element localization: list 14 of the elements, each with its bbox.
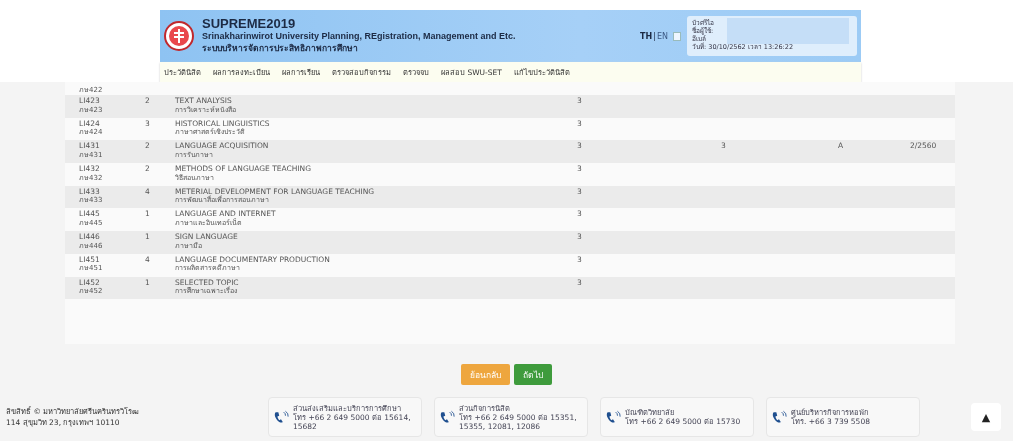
document-icon[interactable] — [673, 31, 681, 41]
language-option[interactable]: TH — [640, 31, 653, 41]
phone-icon — [273, 409, 289, 425]
app-title: SUPREME2019 — [202, 18, 297, 30]
app-subtitle: Srinakharinwirot University Planning, REgistration, Management and Etc. — [202, 30, 516, 42]
phone-icon — [439, 409, 455, 425]
university-logo-icon — [164, 21, 194, 51]
language-separator: | — [653, 31, 656, 41]
phone-icon — [605, 409, 621, 425]
next-button[interactable]: ถัดไป — [514, 364, 552, 385]
app-subtitle-thai: ระบบบริหารจัดการประสิทธิภาพการศึกษา — [202, 42, 359, 54]
phone-icon — [771, 409, 787, 425]
language-option[interactable]: EN — [656, 31, 668, 41]
scroll-top-button[interactable]: ▲ — [971, 403, 1001, 431]
